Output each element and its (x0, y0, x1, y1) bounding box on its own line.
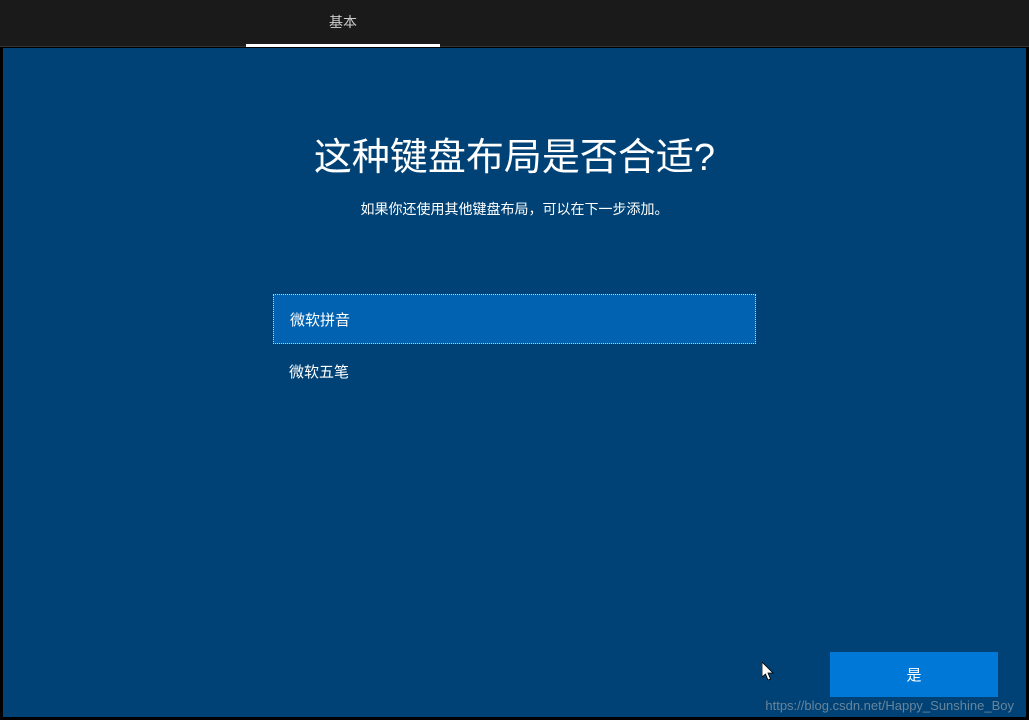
button-label: 是 (906, 664, 921, 685)
keyboard-option-wubi[interactable]: 微软五笔 (273, 346, 756, 396)
watermark-text: https://blog.csdn.net/Happy_Sunshine_Boy (765, 698, 1014, 713)
option-label: 微软拼音 (290, 309, 350, 330)
keyboard-options-list: 微软拼音 微软五笔 (273, 294, 756, 396)
tab-label: 基本 (329, 12, 357, 32)
page-subtitle: 如果你还使用其他键盘布局，可以在下一步添加。 (361, 199, 669, 219)
page-title: 这种键盘布局是否合适? (314, 126, 715, 181)
top-bar: 基本 (0, 0, 1029, 47)
confirm-button[interactable]: 是 (830, 652, 998, 697)
keyboard-option-pinyin[interactable]: 微软拼音 (273, 294, 756, 344)
main-content: 这种键盘布局是否合适? 如果你还使用其他键盘布局，可以在下一步添加。 微软拼音 … (3, 48, 1026, 717)
option-label: 微软五笔 (289, 361, 349, 382)
tab-basic[interactable]: 基本 (246, 0, 440, 47)
